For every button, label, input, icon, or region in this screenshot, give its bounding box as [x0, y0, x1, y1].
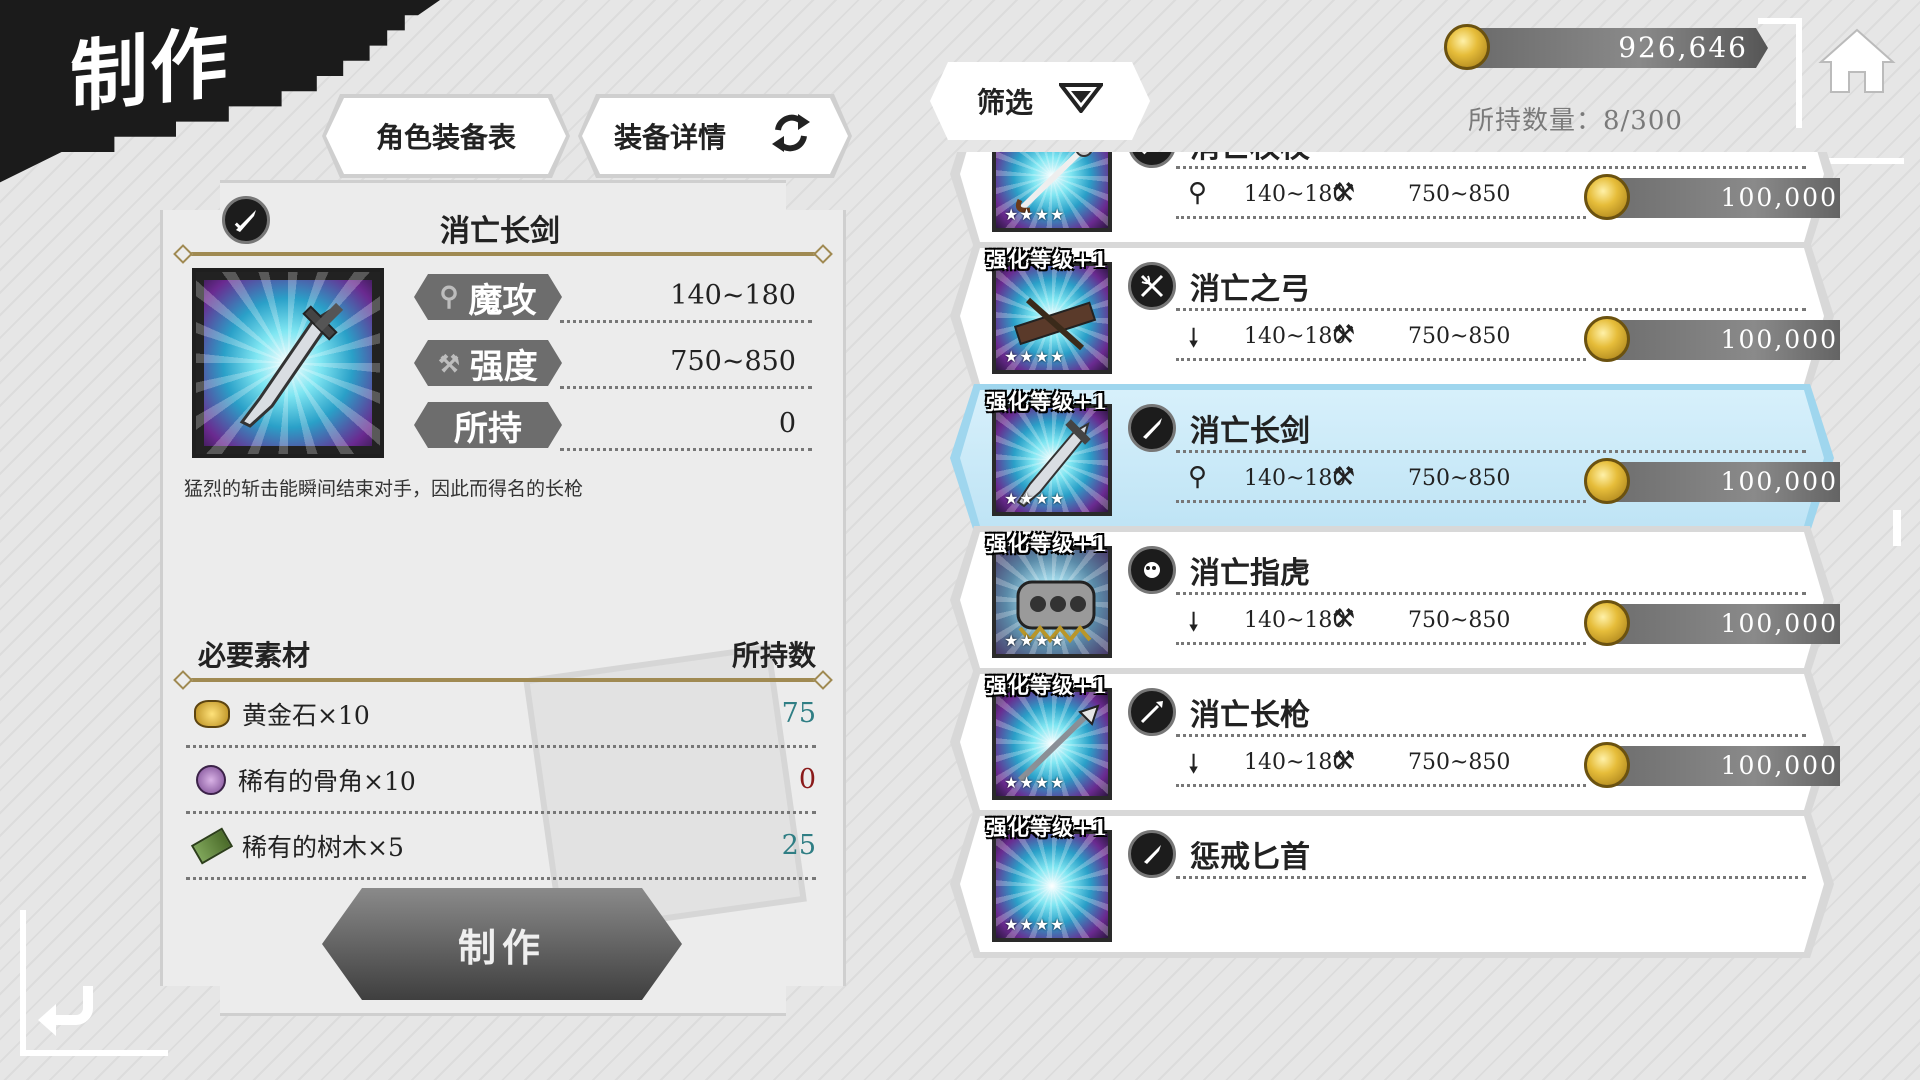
- dotted-separator: [560, 386, 812, 389]
- dagger-icon: [1128, 830, 1176, 878]
- corner-bracket: [1758, 18, 1802, 128]
- inventory-count: 所持数量：8/300: [1468, 106, 1683, 136]
- stat-value-strength: 750~850: [670, 346, 796, 377]
- item-name: 消亡权杖: [1190, 152, 1310, 166]
- item-name: 消亡指虎: [1190, 556, 1310, 591]
- bow-icon: [1128, 262, 1176, 310]
- enhancement-badge: 强化等级+1: [986, 815, 1109, 840]
- magic-attack-icon: ⚲: [1188, 462, 1208, 492]
- strength-value: 750~850: [1408, 466, 1511, 491]
- home-button[interactable]: [1812, 22, 1902, 100]
- item-thumbnail: ★★★★: [992, 688, 1112, 800]
- item-list: ★★★★ 消亡权杖 ⚲ 140~180 ⚒ 750~850 100,000 ★★…: [930, 152, 1840, 1062]
- refresh-icon[interactable]: [766, 108, 816, 165]
- back-button[interactable]: [28, 964, 108, 1044]
- stat-label-owned: 所持: [414, 402, 562, 448]
- tab-label: 装备详情: [614, 121, 727, 154]
- enhancement-badge: 强化等级+1: [986, 389, 1109, 414]
- magic-attack-icon: ⚲: [1188, 178, 1208, 208]
- item-description: 猛烈的斩击能瞬间结束对手，因此而得名的长枪: [184, 478, 584, 500]
- coin-icon: [1584, 174, 1630, 220]
- item-name: 消亡长剑: [1190, 414, 1310, 449]
- list-item[interactable]: ★★★★ 强化等级+1 消亡指虎 🠗 140~180 ⚒ 750~850 100…: [950, 526, 1834, 674]
- material-owned: 25: [781, 830, 816, 861]
- owned-header: 所持数: [731, 639, 816, 672]
- anvil-icon: ⚒: [1332, 746, 1356, 776]
- enhancement-badge: 强化等级+1: [986, 673, 1109, 698]
- detail-item-name: 消亡长剑: [440, 214, 560, 249]
- currency-bar: 926,646: [1446, 28, 1768, 68]
- material-owned: 0: [798, 764, 816, 795]
- dotted-separator: [560, 320, 812, 323]
- strength-value: 750~850: [1408, 750, 1511, 775]
- item-thumbnail: ★★★★: [992, 262, 1112, 374]
- item-thumbnail: ★★★★: [992, 830, 1112, 942]
- gold-ore-icon: [194, 699, 230, 728]
- scrollbar-thumb[interactable]: [1893, 510, 1901, 546]
- item-thumbnail: [192, 268, 384, 458]
- item-thumbnail: ★★★★: [992, 546, 1112, 658]
- stat-label-magic-attack: ⚲ 魔攻: [414, 274, 562, 320]
- coin-icon: [1584, 316, 1630, 362]
- list-item[interactable]: ★★★★ 强化等级+1 消亡长枪 🠗 140~180 ⚒ 750~850 100…: [950, 668, 1834, 816]
- craft-button[interactable]: 制作: [322, 888, 682, 1000]
- tab-label: 角色装备表: [375, 121, 516, 154]
- stat-label-strength: ⚒ 强度: [414, 340, 562, 386]
- item-name: 消亡之弓: [1190, 272, 1310, 307]
- stat-value-owned: 0: [778, 408, 796, 439]
- coin-icon: [1584, 600, 1630, 646]
- list-item[interactable]: ★★★★ 强化等级+1 消亡之弓 🠗 140~180 ⚒ 750~850 100…: [950, 242, 1834, 390]
- list-item-selected[interactable]: ★★★★ 强化等级+1 消亡长剑 ⚲ 140~180 ⚒ 750~850 100…: [950, 384, 1834, 532]
- material-owned: 75: [781, 698, 816, 729]
- stat-value-magic-attack: 140~180: [670, 280, 796, 311]
- material-row: 稀有的骨角×10 0: [186, 748, 816, 814]
- anvil-icon: ⚒: [1332, 178, 1356, 208]
- material-row: 黄金石×10 75: [186, 682, 816, 748]
- list-item[interactable]: ★★★★ 强化等级+1 惩戒匕首: [950, 810, 1834, 958]
- knuckle-icon: [1128, 546, 1176, 594]
- anvil-icon: ⚒: [1332, 604, 1356, 634]
- item-thumbnail: ★★★★: [992, 404, 1112, 516]
- sword-icon: [1128, 404, 1176, 452]
- strength-value: 750~850: [1408, 182, 1511, 207]
- item-thumbnail: ★★★★: [992, 152, 1112, 232]
- magic-attack-icon: ⚲: [439, 282, 459, 312]
- chevron-down-icon: [1059, 83, 1103, 120]
- filter-label: 筛选: [976, 86, 1033, 119]
- enhancement-badge: 强化等级+1: [986, 247, 1109, 272]
- material-name: 稀有的树木×5: [242, 832, 404, 862]
- tab-equipment-details[interactable]: 装备详情: [582, 98, 848, 174]
- coin-icon: [1444, 24, 1490, 70]
- item-name: 消亡长枪: [1190, 698, 1310, 733]
- spear-icon: [1128, 688, 1176, 736]
- anvil-icon: ⚒: [438, 348, 460, 378]
- sword-icon: [222, 196, 270, 244]
- materials-header: 必要素材: [198, 639, 311, 672]
- strength-value: 750~850: [1408, 608, 1511, 633]
- material-name: 稀有的骨角×10: [238, 766, 416, 796]
- material-row: 稀有的树木×5 25: [186, 814, 816, 880]
- anvil-icon: ⚒: [1332, 320, 1356, 350]
- filter-button[interactable]: 筛选: [930, 62, 1150, 140]
- page-title: 制作: [70, 17, 231, 125]
- material-name: 黄金石×10: [242, 700, 370, 730]
- item-name: 惩戒匕首: [1190, 840, 1310, 875]
- tab-character-equipment[interactable]: 角色装备表: [326, 98, 566, 174]
- home-icon: [1818, 28, 1896, 93]
- anvil-icon: ⚒: [1332, 462, 1356, 492]
- dotted-separator: [560, 448, 812, 451]
- enhancement-badge: 强化等级+1: [986, 531, 1109, 556]
- coin-icon: [1584, 742, 1630, 788]
- bone-horn-icon: [196, 764, 226, 795]
- coin-icon: [1584, 458, 1630, 504]
- wood-icon: [190, 826, 234, 865]
- strength-value: 750~850: [1408, 324, 1511, 349]
- list-item[interactable]: ★★★★ 消亡权杖 ⚲ 140~180 ⚒ 750~850 100,000: [950, 152, 1834, 248]
- back-arrow-icon: [38, 986, 93, 1036]
- divider: [182, 252, 824, 256]
